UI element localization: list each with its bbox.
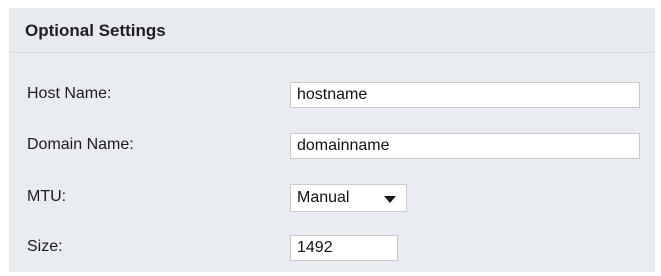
host-name-input[interactable]: hostname xyxy=(290,82,640,108)
domain-name-label: Domain Name: xyxy=(27,136,134,153)
size-input[interactable]: 1492 xyxy=(290,235,398,261)
section-title: Optional Settings xyxy=(25,21,166,40)
chevron-down-icon xyxy=(384,196,396,203)
mtu-label: MTU: xyxy=(27,188,67,205)
mtu-select[interactable]: Manual xyxy=(290,184,407,212)
size-label: Size: xyxy=(27,238,63,255)
mtu-selected-value: Manual xyxy=(297,189,350,206)
domain-name-input[interactable]: domainname xyxy=(290,133,640,159)
optional-settings-panel: Optional Settings Host Name: hostname Do… xyxy=(9,8,655,272)
host-name-label: Host Name: xyxy=(27,85,112,102)
panel-header: Optional Settings xyxy=(9,8,655,53)
